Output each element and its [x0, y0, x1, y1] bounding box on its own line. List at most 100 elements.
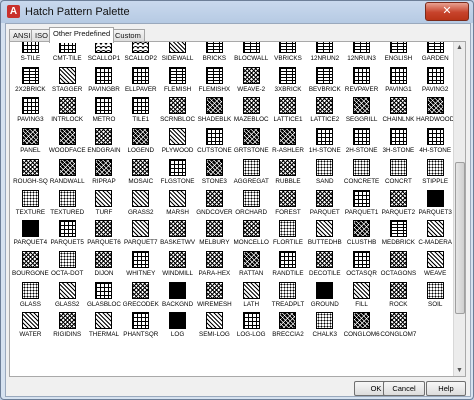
pattern-swatch-icon[interactable] — [95, 312, 113, 330]
pattern-swatch-icon[interactable] — [132, 158, 150, 176]
pattern-swatch-icon[interactable] — [132, 250, 150, 268]
pattern-swatch-icon[interactable] — [132, 66, 150, 84]
pattern-swatch-icon[interactable] — [389, 220, 407, 238]
pattern-swatch-icon[interactable] — [389, 66, 407, 84]
pattern-swatch-icon[interactable] — [426, 66, 444, 84]
pattern-swatch-icon[interactable] — [21, 189, 39, 207]
pattern-swatch-icon[interactable] — [95, 189, 113, 207]
pattern-swatch-icon[interactable] — [205, 42, 223, 53]
tab-other-predefined[interactable]: Other Predefined — [49, 27, 115, 43]
pattern-swatch-icon[interactable] — [169, 42, 187, 53]
pattern-swatch-icon[interactable] — [279, 220, 297, 238]
pattern-swatch-icon[interactable] — [58, 250, 76, 268]
pattern-swatch-icon[interactable] — [279, 158, 297, 176]
pattern-cell[interactable]: SOIL — [417, 279, 453, 318]
pattern-swatch-icon[interactable] — [132, 42, 150, 53]
pattern-swatch-icon[interactable] — [132, 97, 150, 115]
pattern-swatch-icon[interactable] — [205, 220, 223, 238]
pattern-swatch-icon[interactable] — [353, 97, 371, 115]
pattern-swatch-icon[interactable] — [205, 281, 223, 299]
pattern-swatch-icon[interactable] — [389, 250, 407, 268]
pattern-swatch-icon[interactable] — [316, 158, 334, 176]
pattern-swatch-icon[interactable] — [242, 189, 260, 207]
pattern-swatch-icon[interactable] — [353, 281, 371, 299]
help-button[interactable]: Help — [426, 381, 466, 396]
pattern-swatch-icon[interactable] — [389, 158, 407, 176]
pattern-swatch-icon[interactable] — [169, 158, 187, 176]
pattern-swatch-icon[interactable] — [426, 250, 444, 268]
pattern-swatch-icon[interactable] — [279, 97, 297, 115]
pattern-cell[interactable]: THERMAL — [86, 309, 123, 348]
pattern-swatch-icon[interactable] — [205, 250, 223, 268]
pattern-swatch-icon[interactable] — [205, 312, 223, 330]
pattern-swatch-icon[interactable] — [132, 220, 150, 238]
pattern-swatch-icon[interactable] — [242, 220, 260, 238]
pattern-swatch-icon[interactable] — [426, 158, 444, 176]
pattern-swatch-icon[interactable] — [58, 281, 76, 299]
pattern-swatch-icon[interactable] — [95, 281, 113, 299]
pattern-swatch-icon[interactable] — [279, 128, 297, 146]
pattern-swatch-icon[interactable] — [279, 250, 297, 268]
pattern-swatch-icon[interactable] — [58, 312, 76, 330]
pattern-swatch-icon[interactable] — [95, 220, 113, 238]
pattern-swatch-icon[interactable] — [132, 128, 150, 146]
pattern-swatch-icon[interactable] — [21, 128, 39, 146]
pattern-swatch-icon[interactable] — [58, 128, 76, 146]
pattern-swatch-icon[interactable] — [169, 66, 187, 84]
scrollbar-thumb[interactable] — [455, 162, 465, 314]
pattern-swatch-icon[interactable] — [58, 42, 76, 53]
pattern-swatch-icon[interactable] — [169, 128, 187, 146]
pattern-swatch-icon[interactable] — [353, 189, 371, 207]
pattern-cell[interactable]: PHANTSQR — [122, 309, 159, 348]
pattern-swatch-icon[interactable] — [426, 281, 444, 299]
pattern-swatch-icon[interactable] — [279, 66, 297, 84]
pattern-swatch-icon[interactable] — [242, 42, 260, 53]
pattern-swatch-icon[interactable] — [205, 66, 223, 84]
pattern-swatch-icon[interactable] — [353, 128, 371, 146]
title-bar[interactable]: A Hatch Pattern Palette ✕ — [1, 1, 473, 23]
pattern-swatch-icon[interactable] — [316, 312, 334, 330]
pattern-swatch-icon[interactable] — [389, 97, 407, 115]
pattern-swatch-icon[interactable] — [242, 128, 260, 146]
pattern-swatch-icon[interactable] — [426, 128, 444, 146]
pattern-swatch-icon[interactable] — [389, 281, 407, 299]
pattern-swatch-icon[interactable] — [58, 158, 76, 176]
pattern-swatch-icon[interactable] — [205, 189, 223, 207]
pattern-cell[interactable]: LOG-LOG — [233, 309, 270, 348]
pattern-swatch-icon[interactable] — [389, 42, 407, 53]
pattern-swatch-icon[interactable] — [353, 66, 371, 84]
pattern-swatch-icon[interactable] — [426, 189, 444, 207]
pattern-swatch-icon[interactable] — [21, 66, 39, 84]
pattern-swatch-icon[interactable] — [95, 158, 113, 176]
pattern-swatch-icon[interactable] — [205, 97, 223, 115]
pattern-swatch-icon[interactable] — [95, 66, 113, 84]
pattern-swatch-icon[interactable] — [242, 66, 260, 84]
scroll-down-arrow-icon[interactable]: ▼ — [455, 365, 464, 376]
pattern-swatch-icon[interactable] — [316, 128, 334, 146]
pattern-swatch-icon[interactable] — [132, 281, 150, 299]
pattern-swatch-icon[interactable] — [169, 97, 187, 115]
pattern-swatch-icon[interactable] — [21, 97, 39, 115]
pattern-swatch-icon[interactable] — [353, 220, 371, 238]
pattern-swatch-icon[interactable] — [58, 220, 76, 238]
pattern-swatch-icon[interactable] — [353, 312, 371, 330]
pattern-swatch-icon[interactable] — [316, 281, 334, 299]
pattern-swatch-icon[interactable] — [279, 42, 297, 53]
pattern-swatch-icon[interactable] — [389, 312, 407, 330]
pattern-swatch-icon[interactable] — [21, 158, 39, 176]
pattern-cell[interactable]: RIGIDINS — [49, 309, 86, 348]
pattern-swatch-icon[interactable] — [58, 66, 76, 84]
pattern-swatch-icon[interactable] — [132, 189, 150, 207]
pattern-cell[interactable]: CHALK3 — [306, 309, 343, 348]
pattern-swatch-icon[interactable] — [316, 42, 334, 53]
pattern-swatch-icon[interactable] — [316, 97, 334, 115]
pattern-swatch-icon[interactable] — [169, 250, 187, 268]
pattern-swatch-icon[interactable] — [279, 312, 297, 330]
pattern-swatch-icon[interactable] — [205, 128, 223, 146]
pattern-swatch-icon[interactable] — [316, 250, 334, 268]
pattern-swatch-icon[interactable] — [21, 42, 39, 53]
pattern-swatch-icon[interactable] — [132, 312, 150, 330]
scroll-up-arrow-icon[interactable]: ▲ — [455, 42, 464, 53]
pattern-swatch-icon[interactable] — [353, 250, 371, 268]
pattern-swatch-icon[interactable] — [316, 220, 334, 238]
